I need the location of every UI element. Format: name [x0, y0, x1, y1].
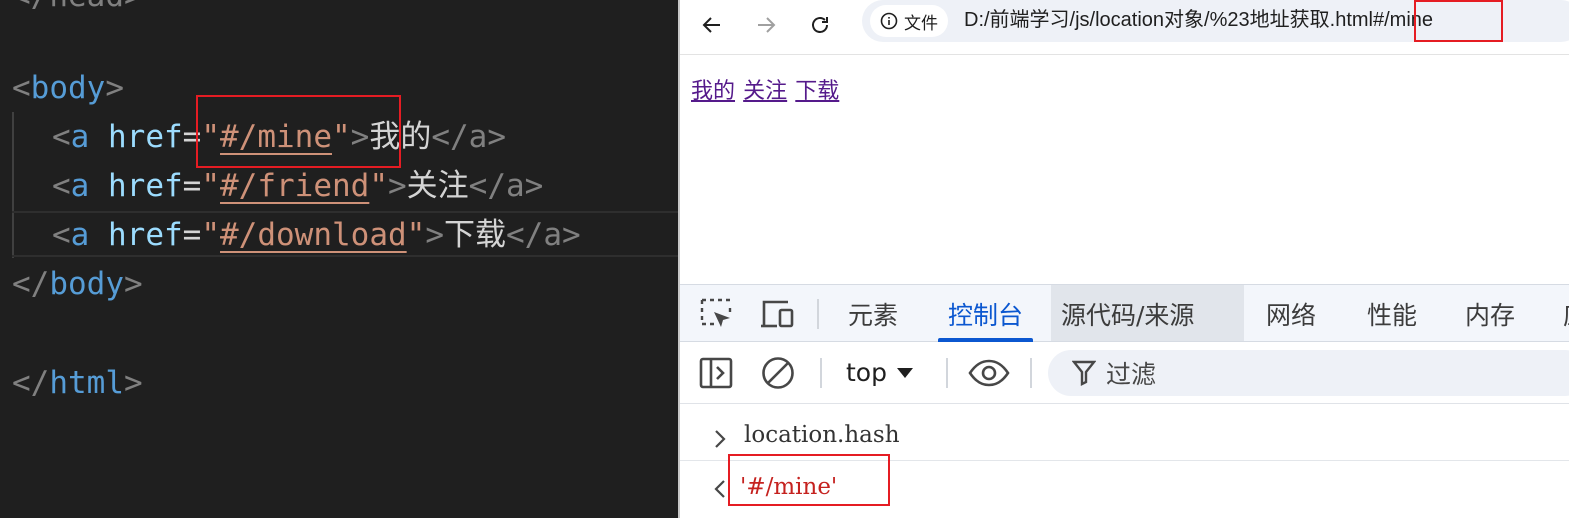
inspect-element-button[interactable] [698, 297, 734, 331]
code-line-body-close: </body> [12, 266, 143, 302]
console-filter-input[interactable]: 过滤 [1048, 350, 1569, 396]
code-line-html-close: </html> [12, 365, 143, 401]
highlight-box-result [728, 454, 890, 506]
context-selector[interactable]: top [846, 356, 913, 390]
separator [820, 358, 822, 388]
code-line-a-download: <a href="#/download">下载</a> [52, 217, 581, 253]
site-info-chip[interactable]: 文件 [870, 5, 948, 37]
tab-elements[interactable]: 元素 [838, 285, 908, 341]
code-line-head-close: </head> [12, 0, 143, 18]
code-editor[interactable]: </head> <body> <a href="#/mine">我的</a> <… [0, 0, 678, 518]
devtools-tab-bar: 元素 控制台 源代码/来源 网络 性能 内存 应 [680, 284, 1569, 342]
tab-network[interactable]: 网络 [1256, 285, 1326, 341]
console-output: location.hash '#/mine' [680, 404, 1569, 518]
link-download[interactable]: 下载 [795, 78, 839, 103]
href-value: #/download [220, 217, 407, 253]
filter-icon [1072, 360, 1096, 386]
arrow-right-icon [758, 17, 776, 33]
clear-console-button[interactable] [760, 356, 796, 390]
link-friend[interactable]: 关注 [743, 78, 787, 103]
device-icon [761, 300, 794, 328]
highlight-box-url-hash [1414, 0, 1503, 42]
reload-button[interactable] [800, 5, 840, 45]
browser-window: 文件 D:/前端学习/js/location对象/%23地址获取.html#/m… [678, 0, 1569, 518]
chevron-right-icon [710, 424, 730, 454]
code-line-body-open: <body> [12, 70, 124, 106]
link-mine[interactable]: 我的 [691, 78, 735, 103]
triangle-down-icon [896, 368, 913, 378]
separator [946, 358, 948, 388]
device-toolbar-button[interactable] [760, 297, 796, 331]
inspect-icon [700, 298, 732, 327]
page-viewport: 我的 关注 下载 [680, 55, 1569, 284]
console-input-text: location.hash [744, 422, 900, 448]
block-icon [762, 357, 794, 389]
site-chip-label: 文件 [904, 13, 938, 33]
filter-placeholder: 过滤 [1106, 360, 1157, 389]
back-button[interactable] [692, 5, 732, 45]
info-icon [880, 12, 898, 30]
browser-toolbar: 文件 D:/前端学习/js/location对象/%23地址获取.html#/m… [680, 0, 1569, 55]
show-sidebar-button[interactable] [698, 356, 734, 390]
separator [817, 299, 819, 329]
tab-sources[interactable]: 源代码/来源 [1051, 285, 1244, 341]
page-links: 我的 关注 下载 [691, 73, 841, 105]
url-text: D:/前端学习/js/location对象/%23地址获取.html#/mine [964, 0, 1433, 40]
tab-memory[interactable]: 内存 [1455, 285, 1525, 341]
code-line-a-friend: <a href="#/friend">关注</a> [52, 168, 544, 204]
reload-icon [812, 17, 828, 33]
separator [1030, 358, 1032, 388]
url-path: D:/前端学习/js/location对象/%23地址获取.html [964, 9, 1373, 31]
context-label: top [846, 358, 887, 387]
tab-performance[interactable]: 性能 [1357, 285, 1427, 341]
sidebar-icon [699, 357, 733, 389]
href-value: #/friend [220, 168, 370, 204]
arrow-left-icon [702, 17, 720, 33]
tab-application[interactable]: 应 [1553, 285, 1569, 341]
console-toolbar: top 过滤 [680, 342, 1569, 404]
forward-button[interactable] [746, 5, 786, 45]
live-expression-button[interactable] [968, 356, 1010, 390]
chevron-left-icon [710, 474, 730, 504]
highlight-box-href [196, 95, 401, 168]
tab-console[interactable]: 控制台 [938, 285, 1034, 342]
eye-icon [968, 359, 1010, 387]
